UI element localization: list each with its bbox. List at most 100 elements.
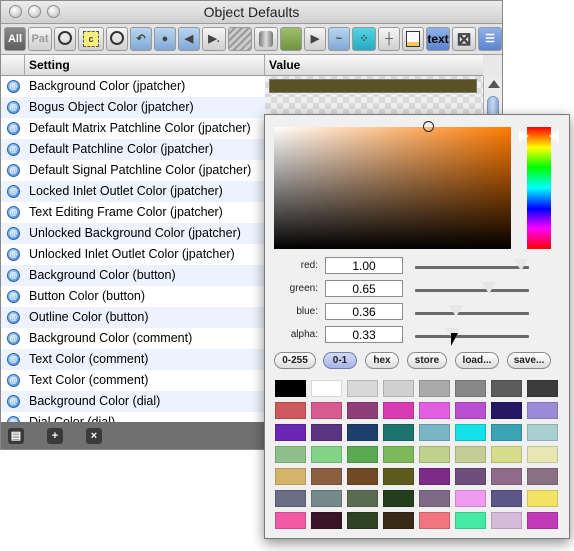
palette-swatch[interactable]: [275, 446, 306, 463]
x-box-icon[interactable]: ⊠: [452, 27, 476, 51]
slider-thumb[interactable]: [481, 281, 498, 295]
store-button[interactable]: store: [407, 352, 447, 369]
palette-swatch[interactable]: [527, 468, 558, 485]
palette-swatch[interactable]: [383, 512, 414, 529]
palette-swatch[interactable]: [275, 380, 306, 397]
delete-icon[interactable]: ×: [86, 428, 102, 444]
circle-icon[interactable]: [54, 27, 76, 51]
palette-swatch[interactable]: [311, 402, 342, 419]
add-icon[interactable]: +: [47, 428, 63, 444]
palette-swatch[interactable]: [419, 468, 450, 485]
palette-swatch[interactable]: [455, 402, 486, 419]
palette-swatch[interactable]: [491, 490, 522, 507]
comment-icon[interactable]: c: [78, 27, 104, 51]
prompt-icon[interactable]: ▶.: [202, 27, 226, 51]
tab-pat[interactable]: Pat: [28, 27, 52, 51]
new-doc-icon[interactable]: ▤: [8, 428, 24, 444]
undo-icon[interactable]: ↶: [130, 27, 152, 51]
palette-swatch[interactable]: [383, 380, 414, 397]
speaker-icon[interactable]: ◀: [178, 27, 200, 51]
palette-swatch[interactable]: [491, 446, 522, 463]
palette-swatch[interactable]: [311, 424, 342, 441]
palette-swatch[interactable]: [455, 468, 486, 485]
param-slider[interactable]: [415, 258, 530, 272]
panel-icon[interactable]: [402, 27, 424, 51]
palette-swatch[interactable]: [347, 512, 378, 529]
palette-swatch[interactable]: [275, 468, 306, 485]
value-column-header[interactable]: Value: [269, 58, 300, 72]
palette-swatch[interactable]: [383, 402, 414, 419]
scroll-up-arrow[interactable]: [488, 80, 500, 88]
hex-button[interactable]: hex: [365, 352, 399, 369]
palette-swatch[interactable]: [491, 468, 522, 485]
palette-swatch[interactable]: [527, 380, 558, 397]
palette-swatch[interactable]: [455, 380, 486, 397]
slider-thumb[interactable]: [448, 304, 465, 318]
color-picker-knob[interactable]: [423, 121, 434, 132]
grid-icon[interactable]: ┼: [378, 27, 400, 51]
palette-swatch[interactable]: [455, 512, 486, 529]
setting-column-header[interactable]: Setting: [29, 58, 70, 72]
palette-swatch[interactable]: [491, 512, 522, 529]
palette-swatch[interactable]: [311, 468, 342, 485]
tab-all[interactable]: All: [4, 27, 26, 51]
stripes-icon[interactable]: [228, 27, 252, 51]
slider-thumb[interactable]: [513, 258, 530, 272]
range-0-255-button[interactable]: 0-255: [274, 352, 316, 369]
palette-swatch[interactable]: [275, 424, 306, 441]
param-value-field[interactable]: 1.00: [325, 257, 403, 274]
palette-swatch[interactable]: [527, 402, 558, 419]
palette-swatch[interactable]: [347, 490, 378, 507]
patcher-icon[interactable]: [280, 27, 302, 51]
palette-swatch[interactable]: [527, 446, 558, 463]
palette-swatch[interactable]: [527, 490, 558, 507]
list-icon[interactable]: ☰: [478, 27, 502, 51]
palette-swatch[interactable]: [311, 446, 342, 463]
color-swatch[interactable]: [269, 79, 477, 93]
palette-swatch[interactable]: [347, 380, 378, 397]
hue-strip[interactable]: [519, 127, 559, 249]
palette-swatch[interactable]: [491, 380, 522, 397]
load-button[interactable]: load...: [455, 352, 499, 369]
param-value-field[interactable]: 0.65: [325, 280, 403, 297]
palette-swatch[interactable]: [491, 424, 522, 441]
palette-swatch[interactable]: [347, 468, 378, 485]
palette-swatch[interactable]: [419, 512, 450, 529]
palette-swatch[interactable]: [419, 490, 450, 507]
dial-icon[interactable]: [106, 27, 128, 51]
palette-swatch[interactable]: [455, 446, 486, 463]
cylinder-icon[interactable]: [254, 27, 278, 51]
palette-swatch[interactable]: [419, 446, 450, 463]
palette-swatch[interactable]: [383, 468, 414, 485]
palette-swatch[interactable]: [527, 424, 558, 441]
palette-swatch[interactable]: [419, 424, 450, 441]
play-icon[interactable]: ▶: [304, 27, 326, 51]
palette-swatch[interactable]: [275, 402, 306, 419]
table-row[interactable]: @ Background Color (jpatcher): [1, 76, 483, 97]
palette-swatch[interactable]: [275, 490, 306, 507]
palette-swatch[interactable]: [347, 424, 378, 441]
param-value-field[interactable]: 0.36: [325, 303, 403, 320]
palette-swatch[interactable]: [311, 512, 342, 529]
text-icon[interactable]: text: [426, 27, 450, 51]
param-value-field[interactable]: 0.33: [325, 326, 403, 343]
palette-swatch[interactable]: [455, 490, 486, 507]
palette-swatch[interactable]: [491, 402, 522, 419]
palette-swatch[interactable]: [455, 424, 486, 441]
param-slider[interactable]: [415, 304, 529, 318]
palette-swatch[interactable]: [311, 490, 342, 507]
palette-swatch[interactable]: [347, 402, 378, 419]
save-button[interactable]: save...: [507, 352, 551, 369]
saturation-brightness-field[interactable]: [274, 121, 511, 249]
palette-swatch[interactable]: [311, 380, 342, 397]
palette-swatch[interactable]: [383, 424, 414, 441]
palette-swatch[interactable]: [275, 512, 306, 529]
range-0-1-button[interactable]: 0-1: [323, 352, 357, 369]
palette-swatch[interactable]: [383, 490, 414, 507]
param-slider[interactable]: [415, 327, 529, 341]
palette-swatch[interactable]: [419, 380, 450, 397]
mic-icon[interactable]: ●: [154, 27, 176, 51]
palette-swatch[interactable]: [419, 402, 450, 419]
wave-icon[interactable]: ~: [328, 27, 350, 51]
matrix-icon[interactable]: ⁘: [352, 27, 376, 51]
